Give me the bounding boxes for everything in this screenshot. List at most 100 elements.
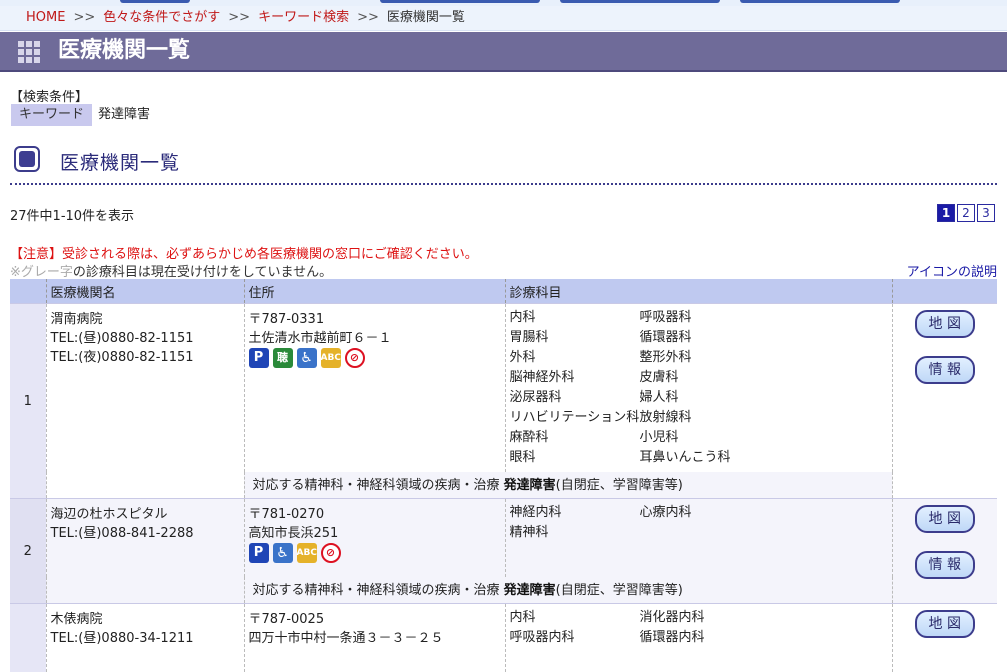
row-number: 2 <box>10 499 46 604</box>
address-cell: 〒787-0025 四万十市中村一条通３－３－２５ <box>244 604 505 672</box>
gray-note-rest: の診療科目は現在受け付けをしていません。 <box>73 265 332 280</box>
facility-name: 海辺の杜ホスピタル <box>51 503 240 522</box>
address-cell: 〒781-0270 高知市長浜251 P♿ABC⊘ <box>244 499 505 578</box>
row-number <box>10 604 46 672</box>
page-3-link[interactable]: 3 <box>977 204 995 222</box>
dept: 心療内科 <box>640 503 770 523</box>
icon-help-link[interactable]: アイコンの説明 <box>907 261 997 280</box>
table-row: 木俵病院 TEL:(昼)0880-34-1211 〒787-0025 四万十市中… <box>10 604 997 672</box>
divider <box>10 183 997 185</box>
header-name: 医療機関名 <box>46 279 244 304</box>
keyword-tag: キーワード <box>11 104 92 126</box>
dept: 整形外科 <box>640 348 770 368</box>
page-title-bar: 医療機関一覧 <box>0 32 1007 72</box>
notice-text: 【注意】受診される際は、必ずあらかじめ各医療機関の窓口にご確認ください。 <box>10 243 478 262</box>
dept: 循環器内科 <box>640 628 770 648</box>
dept: 脳神経外科 <box>510 368 640 388</box>
table-row: 1 渭南病院 TEL:(昼)0880-82-1151 TEL:(夜)0880-8… <box>10 304 997 473</box>
table-header: 医療機関名 住所 診療科目 <box>10 279 997 304</box>
dept: 皮膚科 <box>640 368 770 388</box>
dept: 循環器科 <box>640 328 770 348</box>
address-cell: 〒787-0331 土佐清水市越前町６－１ P聴♿ABC⊘ <box>244 304 505 473</box>
treatment-desc: 対応する精神科・神経科領域の疾病・治療 発達障害(自閉症、学習障害等) <box>244 577 892 604</box>
address: 高知市長浜251 <box>249 522 501 541</box>
facility-name-cell: 渭南病院 TEL:(昼)0880-82-1151 TEL:(夜)0880-82-… <box>46 304 244 473</box>
no-smoking-icon: ⊘ <box>321 543 341 563</box>
dept: 眼科 <box>510 448 640 468</box>
dept: 麻酔科 <box>510 428 640 448</box>
map-button[interactable]: 地 図 <box>915 310 975 338</box>
dept: 放射線科 <box>640 408 770 428</box>
action-cell: 地 図 情 報 <box>892 304 997 499</box>
pagination: 123 <box>935 204 995 222</box>
square-bullet-icon <box>14 146 40 172</box>
table-row: 2 海辺の杜ホスピタル TEL:(昼)088-841-2288 〒781-027… <box>10 499 997 578</box>
dept: リハビリテーション科 <box>510 408 640 428</box>
tel-night: TEL:(夜)0880-82-1151 <box>51 346 240 365</box>
dept: 内科 <box>510 308 640 328</box>
dept: 精神科 <box>510 523 640 543</box>
keyword-value: 発達障害 <box>98 104 150 126</box>
breadcrumb-home-link[interactable]: HOME <box>26 10 65 25</box>
row-number: 1 <box>10 304 46 499</box>
breadcrumb-separator: >> <box>73 10 95 25</box>
dept: 内科 <box>510 608 640 628</box>
dept: 耳鼻いんこう科 <box>640 448 770 468</box>
treatment-row: 対応する精神科・神経科領域の疾病・治療 発達障害(自閉症、学習障害等) <box>10 472 997 499</box>
header-address: 住所 <box>244 279 505 304</box>
grid-icon <box>18 41 40 63</box>
facility-name-cell: 海辺の杜ホスピタル TEL:(昼)088-841-2288 <box>46 499 244 578</box>
dept: 呼吸器内科 <box>510 628 640 648</box>
page-title: 医療機関一覧 <box>58 32 190 70</box>
info-button[interactable]: 情 報 <box>915 551 975 579</box>
breadcrumb-separator: >> <box>228 10 250 25</box>
header-dept: 診療科目 <box>505 279 892 304</box>
breadcrumb-cond-link[interactable]: 色々な条件でさがす <box>103 10 220 25</box>
breadcrumb-current: 医療機関一覧 <box>387 10 465 25</box>
gray-note: ※グレー字の診療科目は現在受け付けをしていません。 <box>10 261 332 280</box>
treatment-row: 対応する精神科・神経科領域の疾病・治療 発達障害(自閉症、学習障害等) <box>10 577 997 604</box>
section-title: 医療機関一覧 <box>60 148 180 175</box>
facility-name: 木俵病院 <box>51 608 240 627</box>
parking-icon: P <box>249 543 269 563</box>
facility-name-cell: 木俵病院 TEL:(昼)0880-34-1211 <box>46 604 244 672</box>
abc-icon: ABC <box>321 348 341 368</box>
treatment-desc: 対応する精神科・神経科領域の疾病・治療 発達障害(自閉症、学習障害等) <box>244 472 892 499</box>
address: 土佐清水市越前町６－１ <box>249 327 501 346</box>
result-count: 27件中1-10件を表示 <box>10 205 134 224</box>
dept-cell: 内科呼吸器科 胃腸科循環器科 外科整形外科 脳神経外科皮膚科 泌尿器科婦人科 リ… <box>505 304 892 473</box>
info-button[interactable]: 情 報 <box>915 356 975 384</box>
facility-table: 医療機関名 住所 診療科目 1 渭南病院 TEL:(昼)0880-82-1151… <box>10 279 997 672</box>
wheelchair-icon: ♿ <box>297 348 317 368</box>
tel-day: TEL:(昼)088-841-2288 <box>51 522 240 541</box>
breadcrumb-separator: >> <box>357 10 379 25</box>
dept: 神経内科 <box>510 503 640 523</box>
wheelchair-icon: ♿ <box>273 543 293 563</box>
action-cell: 地 図 <box>892 604 997 672</box>
dept: 消化器内科 <box>640 608 770 628</box>
dept: 婦人科 <box>640 388 770 408</box>
breadcrumb: HOME >> 色々な条件でさがす >> キーワード検索 >> 医療機関一覧 <box>0 6 1007 31</box>
map-button[interactable]: 地 図 <box>915 610 975 638</box>
dept-cell: 内科消化器内科 呼吸器内科循環器内科 <box>505 604 892 672</box>
tel-day: TEL:(昼)0880-82-1151 <box>51 327 240 346</box>
breadcrumb-keyword-link[interactable]: キーワード検索 <box>258 10 349 25</box>
dept: 泌尿器科 <box>510 388 640 408</box>
action-cell: 地 図 情 報 <box>892 499 997 604</box>
search-conditions-label: 【検索条件】 <box>10 86 88 105</box>
page-1: 1 <box>937 204 955 222</box>
hearing-icon: 聴 <box>273 348 293 368</box>
page-2-link[interactable]: 2 <box>957 204 975 222</box>
gray-note-gray: ※グレー字 <box>10 265 73 280</box>
zip: 〒781-0270 <box>249 503 501 522</box>
zip: 〒787-0025 <box>249 608 501 627</box>
tel-day: TEL:(昼)0880-34-1211 <box>51 627 240 646</box>
facility-name: 渭南病院 <box>51 308 240 327</box>
address: 四万十市中村一条通３－３－２５ <box>249 627 501 646</box>
dept: 外科 <box>510 348 640 368</box>
parking-icon: P <box>249 348 269 368</box>
dept: 胃腸科 <box>510 328 640 348</box>
abc-icon: ABC <box>297 543 317 563</box>
zip: 〒787-0331 <box>249 308 501 327</box>
map-button[interactable]: 地 図 <box>915 505 975 533</box>
